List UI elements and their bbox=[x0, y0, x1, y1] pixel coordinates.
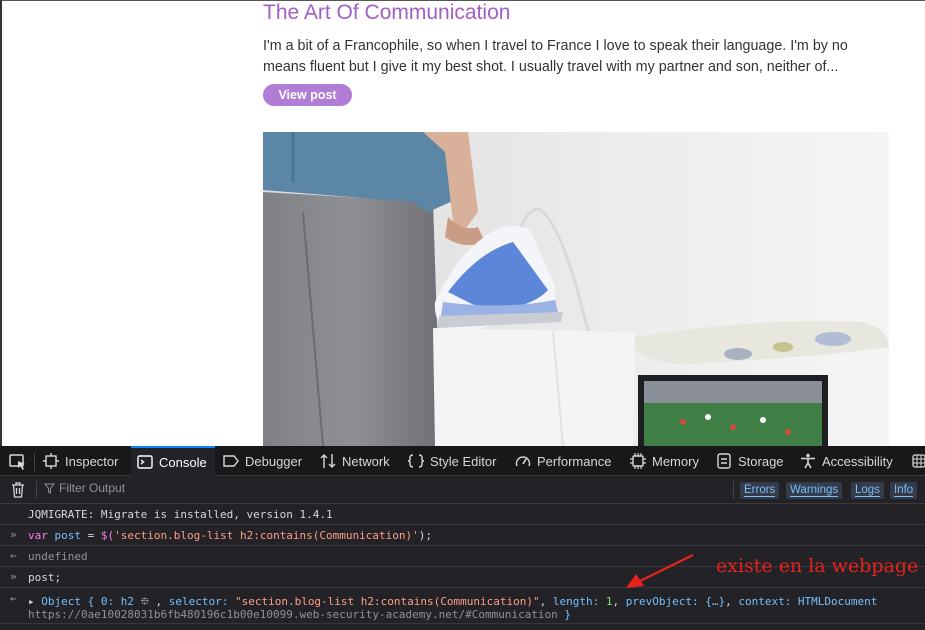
webpage-viewport: The Art Of Communication I'm a bit of a … bbox=[0, 0, 925, 446]
console-icon bbox=[137, 455, 153, 469]
post-title[interactable]: The Art Of Communication bbox=[263, 1, 510, 25]
tab-network-label: Network bbox=[342, 453, 390, 469]
filter-errors-label: Errors bbox=[744, 484, 776, 497]
filter-placeholder: Filter Output bbox=[59, 481, 126, 495]
devtools-toolbar: Inspector Console Debugger Network Style… bbox=[0, 446, 925, 476]
filter-separator bbox=[36, 481, 37, 499]
more-tools-icon[interactable] bbox=[912, 454, 925, 468]
tab-inspector[interactable]: Inspector bbox=[43, 446, 118, 476]
debugger-icon bbox=[223, 455, 239, 467]
annotation-text: existe en la webpage bbox=[716, 555, 919, 577]
input-code: var post = $('section.blog-list h2:conta… bbox=[28, 529, 433, 542]
result-arrow-icon: ← bbox=[10, 549, 17, 562]
memory-icon bbox=[630, 453, 646, 469]
tab-style-editor-label: Style Editor bbox=[430, 453, 497, 469]
devtools-panel: Inspector Console Debugger Network Style… bbox=[0, 446, 925, 630]
toolbar-separator bbox=[34, 453, 35, 471]
filter-info-button[interactable]: Info bbox=[890, 482, 918, 499]
filter-logs-label: Logs bbox=[855, 484, 880, 497]
tab-debugger-label: Debugger bbox=[245, 453, 303, 469]
tab-memory[interactable]: Memory bbox=[630, 446, 699, 476]
inspector-icon bbox=[43, 453, 59, 469]
filter-warnings-label: Warnings bbox=[790, 484, 839, 497]
expand-triangle-icon[interactable]: ▸ bbox=[28, 595, 35, 608]
filter-funnel-icon bbox=[44, 483, 55, 494]
filter-errors-button[interactable]: Errors bbox=[740, 482, 780, 499]
network-icon bbox=[320, 454, 336, 468]
tab-storage-label: Storage bbox=[738, 453, 784, 469]
message-text: JQMIGRATE: Migrate is installed, version… bbox=[28, 508, 333, 521]
input-chevron-icon: » bbox=[10, 570, 17, 583]
post-image[interactable] bbox=[263, 132, 889, 446]
result-undefined: undefined bbox=[28, 550, 88, 563]
input-chevron-icon: » bbox=[10, 528, 17, 541]
tab-performance-label: Performance bbox=[537, 453, 612, 469]
viewport-border-left bbox=[0, 0, 2, 446]
annotation-arrow bbox=[626, 554, 694, 588]
post-summary: I'm a bit of a Francophile, so when I tr… bbox=[263, 38, 848, 75]
input-code: post; bbox=[28, 571, 62, 584]
storage-icon bbox=[717, 453, 731, 469]
style-editor-icon bbox=[408, 454, 424, 468]
tab-console[interactable]: Console bbox=[131, 446, 215, 476]
tab-performance[interactable]: Performance bbox=[515, 446, 611, 476]
console-filter-bar: Filter Output Errors Warnings Logs Info bbox=[0, 476, 925, 504]
document-url[interactable]: https://0ae10028031b6fb480196c1b00e10099… bbox=[28, 608, 558, 621]
performance-icon bbox=[515, 456, 531, 467]
filter-output-input[interactable]: Filter Output bbox=[44, 481, 125, 495]
tab-style-editor[interactable]: Style Editor bbox=[408, 446, 496, 476]
filter-info-label: Info bbox=[894, 484, 914, 497]
tab-memory-label: Memory bbox=[652, 453, 699, 469]
tab-console-label: Console bbox=[159, 454, 207, 470]
console-object-result[interactable]: ← ▸ Object { 0: h2 ⯐ , selector: "sectio… bbox=[0, 588, 925, 624]
filter-logs-button[interactable]: Logs bbox=[851, 482, 884, 499]
tab-accessibility-label: Accessibility bbox=[822, 453, 893, 469]
view-post-button[interactable]: View post bbox=[263, 84, 352, 106]
inspect-node-icon[interactable]: ⯐ bbox=[141, 595, 149, 608]
tab-inspector-label: Inspector bbox=[65, 453, 119, 469]
element-picker-icon[interactable] bbox=[8, 452, 28, 472]
filter-separator-levels bbox=[733, 481, 734, 499]
tab-network[interactable]: Network bbox=[320, 446, 390, 476]
console-input-line[interactable]: » var post = $('section.blog-list h2:con… bbox=[0, 525, 925, 546]
tab-debugger[interactable]: Debugger bbox=[223, 446, 302, 476]
clear-console-trash-icon[interactable] bbox=[11, 482, 25, 498]
filter-warnings-button[interactable]: Warnings bbox=[786, 482, 843, 499]
object-url-line: https://0ae10028031b6fb480196c1b00e10099… bbox=[28, 608, 572, 621]
result-arrow-icon: ← bbox=[10, 592, 17, 605]
accessibility-icon bbox=[801, 453, 815, 469]
console-message-log: JQMIGRATE: Migrate is installed, version… bbox=[0, 504, 925, 525]
tab-storage[interactable]: Storage bbox=[716, 446, 784, 476]
tab-accessibility[interactable]: Accessibility bbox=[800, 446, 893, 476]
ironing-photo bbox=[263, 132, 889, 446]
